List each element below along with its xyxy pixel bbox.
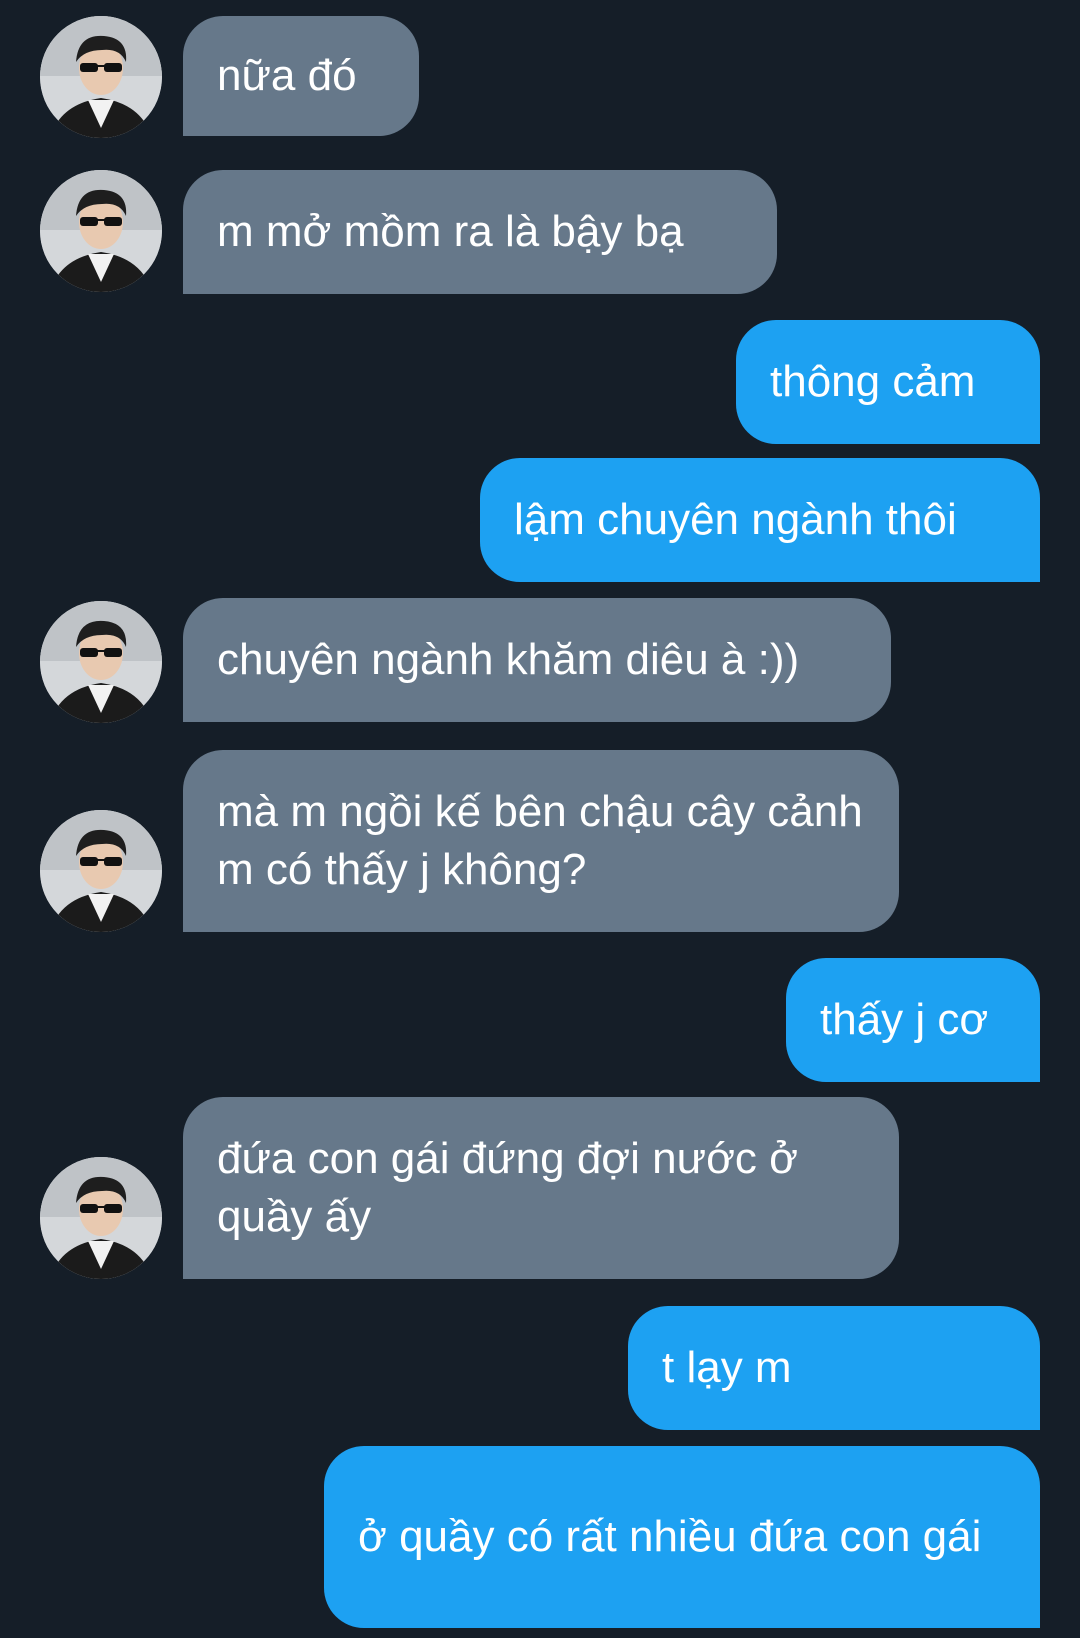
message-text: thấy j cơ bbox=[820, 995, 989, 1044]
message-text: chuyên ngành khăm diêu à :)) bbox=[217, 635, 800, 684]
message-bubble-outgoing[interactable]: thông cảm bbox=[736, 320, 1040, 444]
pray-icon bbox=[806, 1344, 860, 1506]
contact-avatar[interactable] bbox=[40, 810, 162, 932]
contact-avatar[interactable] bbox=[40, 16, 162, 138]
message-text: ở quầy có rất nhiều đứa con gái bbox=[358, 1512, 982, 1561]
pray-icon bbox=[868, 1344, 922, 1506]
message-bubble-incoming[interactable]: mà m ngồi kế bên chậu cây cảnh m có thấy… bbox=[183, 750, 899, 932]
message-bubble-incoming[interactable]: đứa con gái đứng đợi nước ở quầy ấy bbox=[183, 1097, 899, 1279]
contact-avatar[interactable] bbox=[40, 1157, 162, 1279]
pray-icon bbox=[930, 1344, 984, 1506]
message-bubble-outgoing[interactable]: t lạy m bbox=[628, 1306, 1040, 1506]
message-bubble-incoming[interactable]: chuyên ngành khăm diêu à :)) bbox=[183, 598, 891, 722]
contact-avatar[interactable] bbox=[40, 601, 162, 723]
message-text: m mở mồm ra là bậy bạ bbox=[217, 207, 684, 256]
message-bubble-outgoing[interactable]: ở quầy có rất nhiều đứa con gái bbox=[324, 1446, 1040, 1628]
message-text: lậm chuyên ngành thôi bbox=[514, 495, 957, 544]
message-bubble-outgoing[interactable]: lậm chuyên ngành thôi bbox=[480, 458, 1040, 582]
message-text: nữa đó bbox=[217, 51, 357, 100]
message-bubble-incoming[interactable]: m mở mồm ra là bậy bạ bbox=[183, 170, 777, 294]
message-text: t lạy m bbox=[662, 1343, 792, 1392]
message-bubble-outgoing[interactable]: thấy j cơ bbox=[786, 958, 1040, 1082]
chat-thread: nữa đó m mở mồm ra là bậy bạ thông cảm l… bbox=[0, 0, 1080, 1638]
message-text: mà m ngồi kế bên chậu cây cảnh m có thấy… bbox=[217, 787, 875, 894]
contact-avatar[interactable] bbox=[40, 170, 162, 292]
message-text: đứa con gái đứng đợi nước ở quầy ấy bbox=[217, 1134, 811, 1241]
message-text: thông cảm bbox=[770, 357, 976, 406]
emoji-group bbox=[806, 1344, 984, 1506]
message-bubble-incoming[interactable]: nữa đó bbox=[183, 16, 419, 136]
